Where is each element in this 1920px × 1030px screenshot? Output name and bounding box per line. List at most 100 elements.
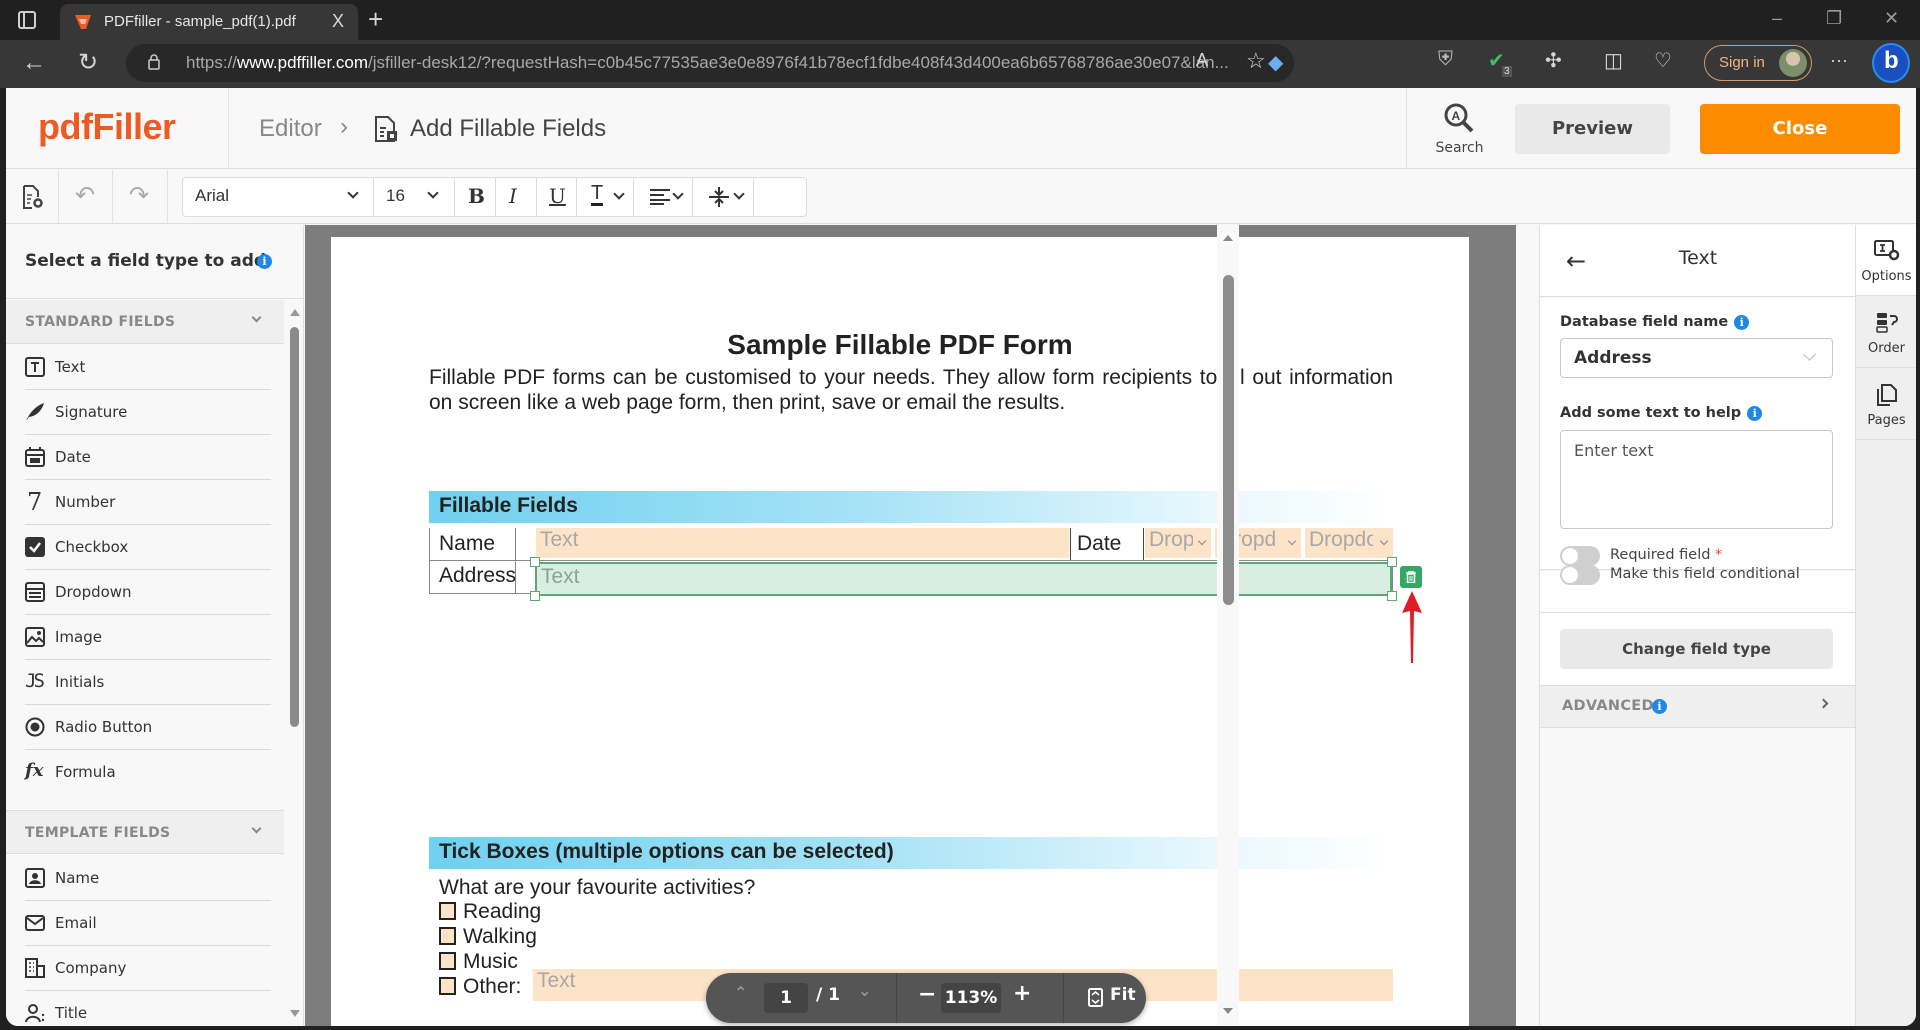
standard-fields-header[interactable]: STANDARD FIELDS [6,300,284,344]
extensions-puzzle-icon[interactable]: ✣ [1545,48,1562,73]
pdffiller-logo[interactable]: pdfFiller [38,106,176,148]
checkbox-walking[interactable] [439,927,456,945]
delete-field-button[interactable] [1400,566,1422,588]
field-type-initials[interactable]: JS Initials [25,660,271,705]
dropdown-field-1[interactable]: Drop [1145,528,1211,558]
minimize-button[interactable]: – [1772,8,1782,29]
checkbox-other[interactable] [439,977,456,995]
resize-handle[interactable] [530,591,540,601]
checkbox-icon [25,537,45,557]
text-field-icon [25,357,45,377]
redo-icon: ↷ [129,181,150,209]
template-field-name[interactable]: Name [25,856,271,901]
resize-handle[interactable] [1387,591,1397,601]
resize-handle[interactable] [530,557,540,567]
field-type-checkbox[interactable]: Checkbox [25,525,271,570]
underline-button[interactable]: U [549,184,566,208]
document-settings-button[interactable] [6,170,59,224]
scrollbar-thumb[interactable] [1223,275,1234,605]
order-icon [1876,313,1898,333]
field-type-text[interactable]: Text [25,345,271,390]
field-type-radio-button[interactable]: Radio Button [25,705,271,750]
favorite-star-icon[interactable]: ☆ [1246,48,1266,74]
font-size-select[interactable]: 16 [374,178,454,216]
browser-tab[interactable]: PDFfiller - sample_pdf(1).pdf X [60,4,358,40]
back-arrow-icon[interactable]: ← [22,49,46,77]
tab-actions-icon[interactable] [18,11,36,29]
template-field-email[interactable]: Email [25,901,271,946]
name-text-field[interactable]: Text [536,528,1069,558]
address-bar[interactable]: https://www.pdffiller.com/jsfiller-desk1… [126,44,1294,82]
activities-question: What are your favourite activities? [439,876,756,899]
line-spacing-button[interactable] [693,178,753,216]
conditional-field-toggle[interactable] [1560,565,1600,585]
refresh-icon[interactable]: ↻ [78,48,98,77]
font-family-select[interactable]: Arial [183,178,373,216]
checkbox-music[interactable] [439,952,456,970]
field-type-number[interactable]: 7 Number [25,480,271,525]
scroll-up-arrow-icon[interactable] [290,309,300,316]
preview-button[interactable]: Preview [1515,104,1670,154]
scrollbar-thumb[interactable] [290,327,299,727]
db-field-select[interactable]: Address [1560,338,1833,378]
template-fields-header[interactable]: TEMPLATE FIELDS [6,810,284,854]
dropdown-field-3[interactable]: Dropdo [1305,528,1393,558]
document-scrollbar[interactable] [1217,225,1239,1026]
next-page-button[interactable]: ⌄ [858,981,871,1000]
read-aloud-icon[interactable]: A [1196,50,1208,71]
new-tab-button[interactable]: + [368,4,383,35]
field-type-signature[interactable]: Signature [25,390,271,435]
bing-copilot-icon[interactable] [1872,43,1910,83]
zoom-out-button[interactable]: − [918,982,936,1007]
undo-button[interactable]: ↶ [59,170,113,224]
resize-handle[interactable] [1387,557,1397,567]
breadcrumb-editor[interactable]: Editor [259,115,322,143]
required-field-toggle[interactable] [1560,546,1600,566]
checkbox-reading[interactable] [439,902,456,920]
browser-health-icon[interactable]: ♡ [1654,48,1672,73]
scroll-down-arrow-icon[interactable] [290,1010,300,1017]
rail-tab-options[interactable]: Options [1856,225,1916,296]
zoom-in-button[interactable]: + [1013,981,1031,1006]
field-type-date[interactable]: Date [25,435,271,480]
field-type-formula[interactable]: fx Formula [25,750,271,795]
window-close-button[interactable]: ✕ [1884,8,1899,29]
field-type-image[interactable]: Image [25,615,271,660]
sign-in-button[interactable]: Sign in [1704,45,1812,81]
scroll-down-arrow-icon[interactable] [1223,1008,1233,1014]
pages-icon [1877,384,1897,406]
page-number-input[interactable]: 1 [764,983,808,1013]
bold-button[interactable]: B [468,184,485,208]
italic-button[interactable]: I [509,184,517,208]
restore-button[interactable]: ❐ [1826,8,1842,29]
help-text-input[interactable]: Enter text [1560,430,1833,529]
info-icon[interactable]: i [1734,314,1750,330]
shield-extension-icon[interactable]: ⛨ [1438,48,1453,71]
prev-page-button[interactable]: ⌃ [734,983,747,1002]
search-button[interactable]: A Search [1406,88,1511,169]
left-panel-scrollbar[interactable] [287,305,301,1025]
info-icon[interactable]: i [257,254,272,269]
split-screen-icon[interactable]: ◫ [1604,48,1623,73]
person-title-icon [25,1004,45,1023]
align-button[interactable] [634,178,692,216]
fit-button[interactable]: Fit [1076,973,1136,1023]
rail-tab-order[interactable]: Order [1856,297,1916,368]
change-field-type-button[interactable]: Change field type [1560,629,1833,669]
more-menu-button[interactable]: ··· [1830,50,1848,71]
info-icon[interactable]: i [1652,699,1667,714]
tab-close-button[interactable]: X [332,11,344,32]
template-field-title[interactable]: Title [25,991,271,1026]
template-field-company[interactable]: Company [25,946,271,991]
scroll-up-arrow-icon[interactable] [1223,235,1233,241]
info-icon[interactable]: i [1747,405,1763,421]
close-button[interactable]: Close [1700,104,1900,154]
zoom-level[interactable]: 113% [941,983,1001,1013]
price-tag-icon[interactable]: ◆ [1268,50,1283,75]
text-color-button[interactable]: T [577,178,633,216]
field-type-dropdown[interactable]: Dropdown [25,570,271,615]
address-text-field-selected[interactable]: Text [535,562,1392,596]
rail-tab-pages[interactable]: Pages [1856,369,1916,440]
advanced-section-header[interactable]: ADVANCED i [1540,685,1856,728]
redo-button[interactable]: ↷ [113,170,168,224]
